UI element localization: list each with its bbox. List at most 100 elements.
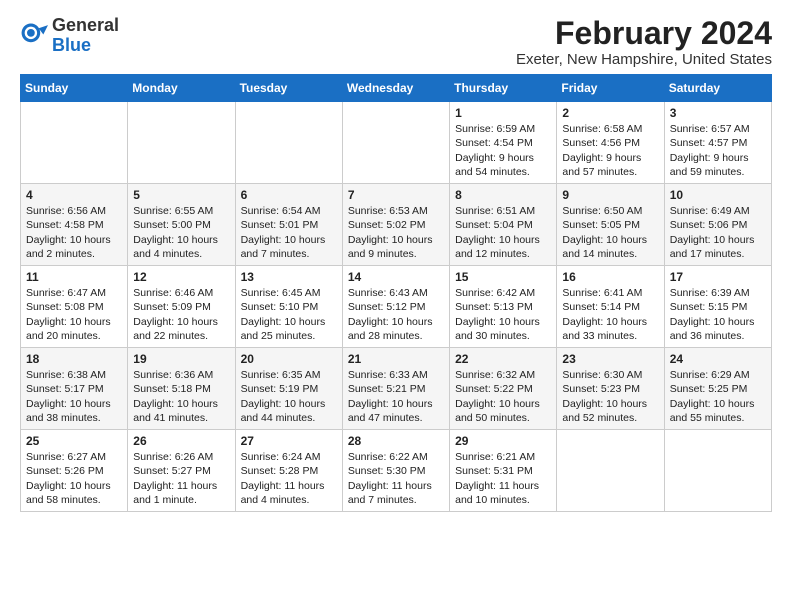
day-info: Sunrise: 6:38 AM Sunset: 5:17 PM Dayligh…	[26, 368, 122, 425]
table-row: 7 Sunrise: 6:53 AM Sunset: 5:02 PM Daylig…	[342, 184, 449, 266]
day-info: Sunrise: 6:21 AM Sunset: 5:31 PM Dayligh…	[455, 450, 551, 507]
day-info: Sunrise: 6:58 AM Sunset: 4:56 PM Dayligh…	[562, 122, 658, 179]
col-sunday: Sunday	[21, 75, 128, 102]
table-row: 3Sunrise: 6:57 AM Sunset: 4:57 PM Daylig…	[664, 102, 771, 184]
table-row	[235, 102, 342, 184]
day-info: Sunrise: 6:54 AM Sunset: 5:01 PM Dayligh…	[241, 204, 337, 261]
table-row	[664, 430, 771, 512]
logo-general: General	[52, 15, 119, 35]
table-row: 15 Sunrise: 6:42 AM Sunset: 5:13 PM Dayli…	[450, 266, 557, 348]
page: General Blue February 2024 Exeter, New H…	[0, 0, 792, 612]
day-number: 9	[562, 188, 658, 202]
day-info: Sunrise: 6:47 AM Sunset: 5:08 PM Dayligh…	[26, 286, 122, 343]
table-row: 12 Sunrise: 6:46 AM Sunset: 5:09 PM Dayli…	[128, 266, 235, 348]
table-row: 5Sunrise: 6:55 AM Sunset: 5:00 PM Daylig…	[128, 184, 235, 266]
day-number: 21	[348, 352, 444, 366]
table-row: 17Sunrise: 6:39 AM Sunset: 5:15 PM Dayli…	[664, 266, 771, 348]
day-info: Sunrise: 6:22 AM Sunset: 5:30 PM Dayligh…	[348, 450, 444, 507]
table-row: 28 Sunrise: 6:22 AM Sunset: 5:30 PM Dayli…	[342, 430, 449, 512]
day-number: 16	[562, 270, 658, 284]
day-number: 7	[348, 188, 444, 202]
day-info: Sunrise: 6:30 AM Sunset: 5:23 PM Dayligh…	[562, 368, 658, 425]
day-info: Sunrise: 6:49 AM Sunset: 5:06 PM Dayligh…	[670, 204, 766, 261]
table-row	[128, 102, 235, 184]
day-info: Sunrise: 6:41 AM Sunset: 5:14 PM Dayligh…	[562, 286, 658, 343]
table-row	[21, 102, 128, 184]
day-info: Sunrise: 6:50 AM Sunset: 5:05 PM Dayligh…	[562, 204, 658, 261]
day-number: 28	[348, 434, 444, 448]
table-row: 13Sunrise: 6:45 AM Sunset: 5:10 PM Dayli…	[235, 266, 342, 348]
day-info: Sunrise: 6:51 AM Sunset: 5:04 PM Dayligh…	[455, 204, 551, 261]
day-number: 1	[455, 106, 551, 120]
table-row	[557, 430, 664, 512]
table-row: 19Sunrise: 6:36 AM Sunset: 5:18 PM Dayli…	[128, 348, 235, 430]
logo-blue: Blue	[52, 35, 91, 55]
day-number: 22	[455, 352, 551, 366]
table-row: 14 Sunrise: 6:43 AM Sunset: 5:12 PM Dayli…	[342, 266, 449, 348]
table-row: 10Sunrise: 6:49 AM Sunset: 5:06 PM Dayli…	[664, 184, 771, 266]
day-number: 20	[241, 352, 337, 366]
day-info: Sunrise: 6:27 AM Sunset: 5:26 PM Dayligh…	[26, 450, 122, 507]
day-info: Sunrise: 6:33 AM Sunset: 5:21 PM Dayligh…	[348, 368, 444, 425]
col-thursday: Thursday	[450, 75, 557, 102]
col-tuesday: Tuesday	[235, 75, 342, 102]
table-row: 21 Sunrise: 6:33 AM Sunset: 5:21 PM Dayli…	[342, 348, 449, 430]
table-row: 23 Sunrise: 6:30 AM Sunset: 5:23 PM Dayli…	[557, 348, 664, 430]
calendar-week-row: 11Sunrise: 6:47 AM Sunset: 5:08 PM Dayli…	[21, 266, 772, 348]
day-info: Sunrise: 6:29 AM Sunset: 5:25 PM Dayligh…	[670, 368, 766, 425]
day-number: 14	[348, 270, 444, 284]
table-row: 2 Sunrise: 6:58 AM Sunset: 4:56 PM Daylig…	[557, 102, 664, 184]
table-row: 25 Sunrise: 6:27 AM Sunset: 5:26 PM Dayli…	[21, 430, 128, 512]
col-monday: Monday	[128, 75, 235, 102]
day-info: Sunrise: 6:56 AM Sunset: 4:58 PM Dayligh…	[26, 204, 122, 261]
day-number: 23	[562, 352, 658, 366]
day-info: Sunrise: 6:59 AM Sunset: 4:54 PM Dayligh…	[455, 122, 551, 179]
table-row: 22 Sunrise: 6:32 AM Sunset: 5:22 PM Dayli…	[450, 348, 557, 430]
day-number: 25	[26, 434, 122, 448]
table-row: 4Sunrise: 6:56 AM Sunset: 4:58 PM Daylig…	[21, 184, 128, 266]
day-info: Sunrise: 6:46 AM Sunset: 5:09 PM Dayligh…	[133, 286, 229, 343]
day-number: 17	[670, 270, 766, 284]
day-number: 26	[133, 434, 229, 448]
table-row: 8Sunrise: 6:51 AM Sunset: 5:04 PM Daylig…	[450, 184, 557, 266]
table-row: 20 Sunrise: 6:35 AM Sunset: 5:19 PM Dayli…	[235, 348, 342, 430]
day-number: 24	[670, 352, 766, 366]
title-block: February 2024 Exeter, New Hampshire, Uni…	[516, 16, 772, 68]
table-row: 29 Sunrise: 6:21 AM Sunset: 5:31 PM Dayli…	[450, 430, 557, 512]
day-number: 15	[455, 270, 551, 284]
table-row	[342, 102, 449, 184]
table-row: 26 Sunrise: 6:26 AM Sunset: 5:27 PM Dayli…	[128, 430, 235, 512]
day-info: Sunrise: 6:24 AM Sunset: 5:28 PM Dayligh…	[241, 450, 337, 507]
table-row: 18 Sunrise: 6:38 AM Sunset: 5:17 PM Dayli…	[21, 348, 128, 430]
table-row: 6 Sunrise: 6:54 AM Sunset: 5:01 PM Daylig…	[235, 184, 342, 266]
day-info: Sunrise: 6:43 AM Sunset: 5:12 PM Dayligh…	[348, 286, 444, 343]
header: General Blue February 2024 Exeter, New H…	[20, 16, 772, 68]
logo-icon	[20, 22, 48, 50]
day-info: Sunrise: 6:42 AM Sunset: 5:13 PM Dayligh…	[455, 286, 551, 343]
table-row: 24 Sunrise: 6:29 AM Sunset: 5:25 PM Dayli…	[664, 348, 771, 430]
day-info: Sunrise: 6:57 AM Sunset: 4:57 PM Dayligh…	[670, 122, 766, 179]
day-info: Sunrise: 6:35 AM Sunset: 5:19 PM Dayligh…	[241, 368, 337, 425]
day-number: 18	[26, 352, 122, 366]
day-number: 29	[455, 434, 551, 448]
col-saturday: Saturday	[664, 75, 771, 102]
table-row: 16 Sunrise: 6:41 AM Sunset: 5:14 PM Dayli…	[557, 266, 664, 348]
month-title: February 2024	[516, 16, 772, 51]
col-wednesday: Wednesday	[342, 75, 449, 102]
day-info: Sunrise: 6:32 AM Sunset: 5:22 PM Dayligh…	[455, 368, 551, 425]
calendar-week-row: 1 Sunrise: 6:59 AM Sunset: 4:54 PM Daylig…	[21, 102, 772, 184]
day-info: Sunrise: 6:53 AM Sunset: 5:02 PM Dayligh…	[348, 204, 444, 261]
location: Exeter, New Hampshire, United States	[516, 51, 772, 68]
logo: General Blue	[20, 16, 119, 56]
day-info: Sunrise: 6:26 AM Sunset: 5:27 PM Dayligh…	[133, 450, 229, 507]
day-number: 6	[241, 188, 337, 202]
table-row: 27Sunrise: 6:24 AM Sunset: 5:28 PM Dayli…	[235, 430, 342, 512]
calendar-header-row: Sunday Monday Tuesday Wednesday Thursday…	[21, 75, 772, 102]
day-number: 2	[562, 106, 658, 120]
logo-text: General Blue	[52, 16, 119, 56]
day-number: 19	[133, 352, 229, 366]
col-friday: Friday	[557, 75, 664, 102]
day-number: 12	[133, 270, 229, 284]
day-number: 5	[133, 188, 229, 202]
day-number: 13	[241, 270, 337, 284]
